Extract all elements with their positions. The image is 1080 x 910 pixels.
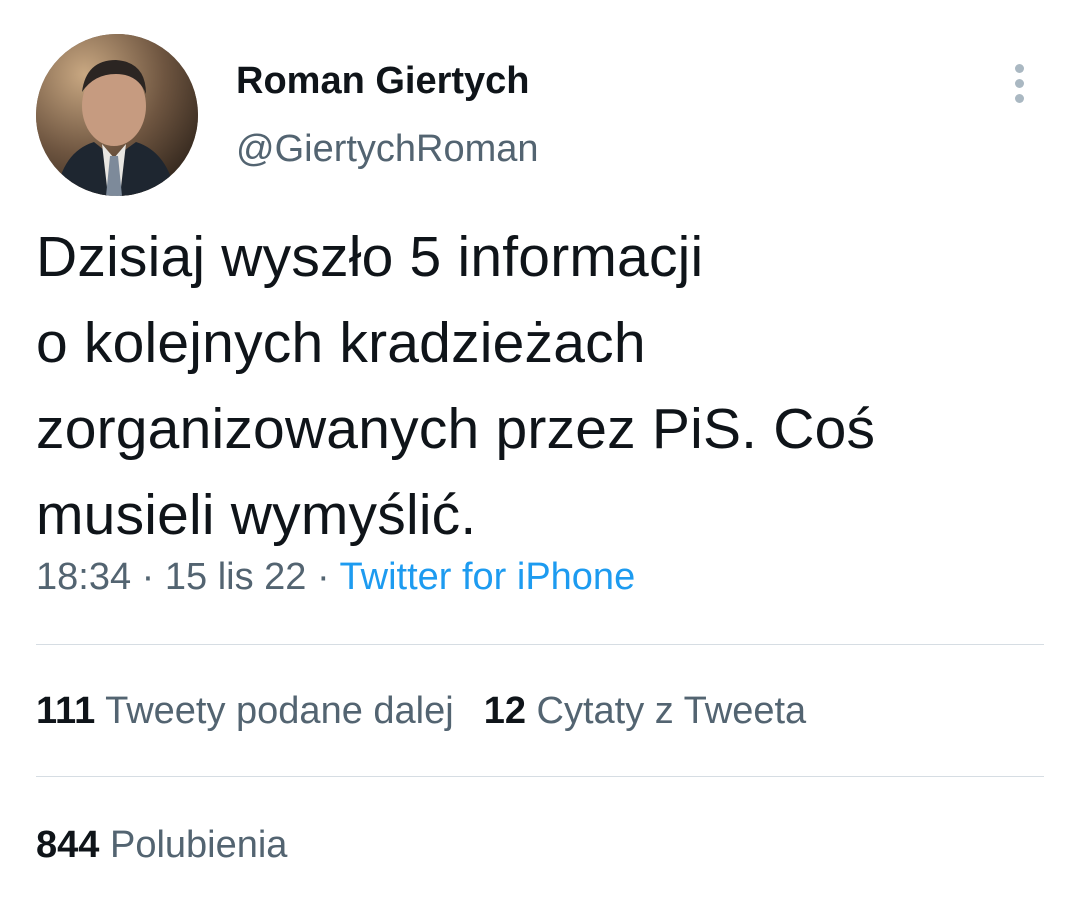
retweets-stat[interactable]: 111 Tweety podane dalej [36, 690, 454, 733]
tweet-text-line: o kolejnych kradzieżach [36, 311, 646, 375]
quotes-count: 12 [483, 690, 526, 732]
more-dot [1015, 79, 1024, 88]
quotes-stat[interactable]: 12 Cytaty z Tweeta [484, 690, 806, 733]
likes-count: 844 [36, 824, 100, 866]
tweet-date[interactable]: 15 lis 22 [165, 556, 307, 598]
retweets-count: 111 [36, 690, 96, 732]
retweets-label: Tweety podane dalej [105, 690, 454, 732]
tweet-text-line: musieli wymyślić. [36, 483, 477, 547]
tweet-text: Dzisiaj wyszło 5 informacji o kolejnych … [36, 214, 1036, 558]
likes-stat[interactable]: 844 Polubienia [36, 824, 287, 867]
tweet-text-line: zorganizowanych przez PiS. Coś [36, 397, 876, 461]
engagement-stats: 111 Tweety podane dalej 12 Cytaty z Tweet… [36, 690, 836, 733]
tweet-text-line: Dzisiaj wyszło 5 informacji [36, 225, 704, 289]
profile-photo-icon [36, 34, 198, 196]
meta-separator: · [316, 556, 330, 598]
tweet-detail: Roman Giertych @GiertychRoman Dzisiaj wy… [0, 0, 1080, 910]
more-dot [1015, 94, 1024, 103]
divider [36, 776, 1044, 777]
likes-stats: 844 Polubienia [36, 824, 317, 867]
more-vertical-icon [1015, 64, 1024, 73]
quotes-label: Cytaty z Tweeta [536, 690, 807, 732]
avatar[interactable] [36, 34, 198, 196]
author-display-name[interactable]: Roman Giertych [236, 60, 530, 103]
tweet-source-link[interactable]: Twitter for iPhone [340, 556, 636, 598]
likes-label: Polubienia [109, 824, 288, 866]
more-options-button[interactable] [1000, 58, 1040, 108]
tweet-meta: 18:34 · 15 lis 22 · Twitter for iPhone [36, 556, 635, 599]
author-handle[interactable]: @GiertychRoman [236, 128, 539, 171]
divider [36, 644, 1044, 645]
meta-separator: · [141, 556, 155, 598]
tweet-time[interactable]: 18:34 [36, 556, 131, 598]
